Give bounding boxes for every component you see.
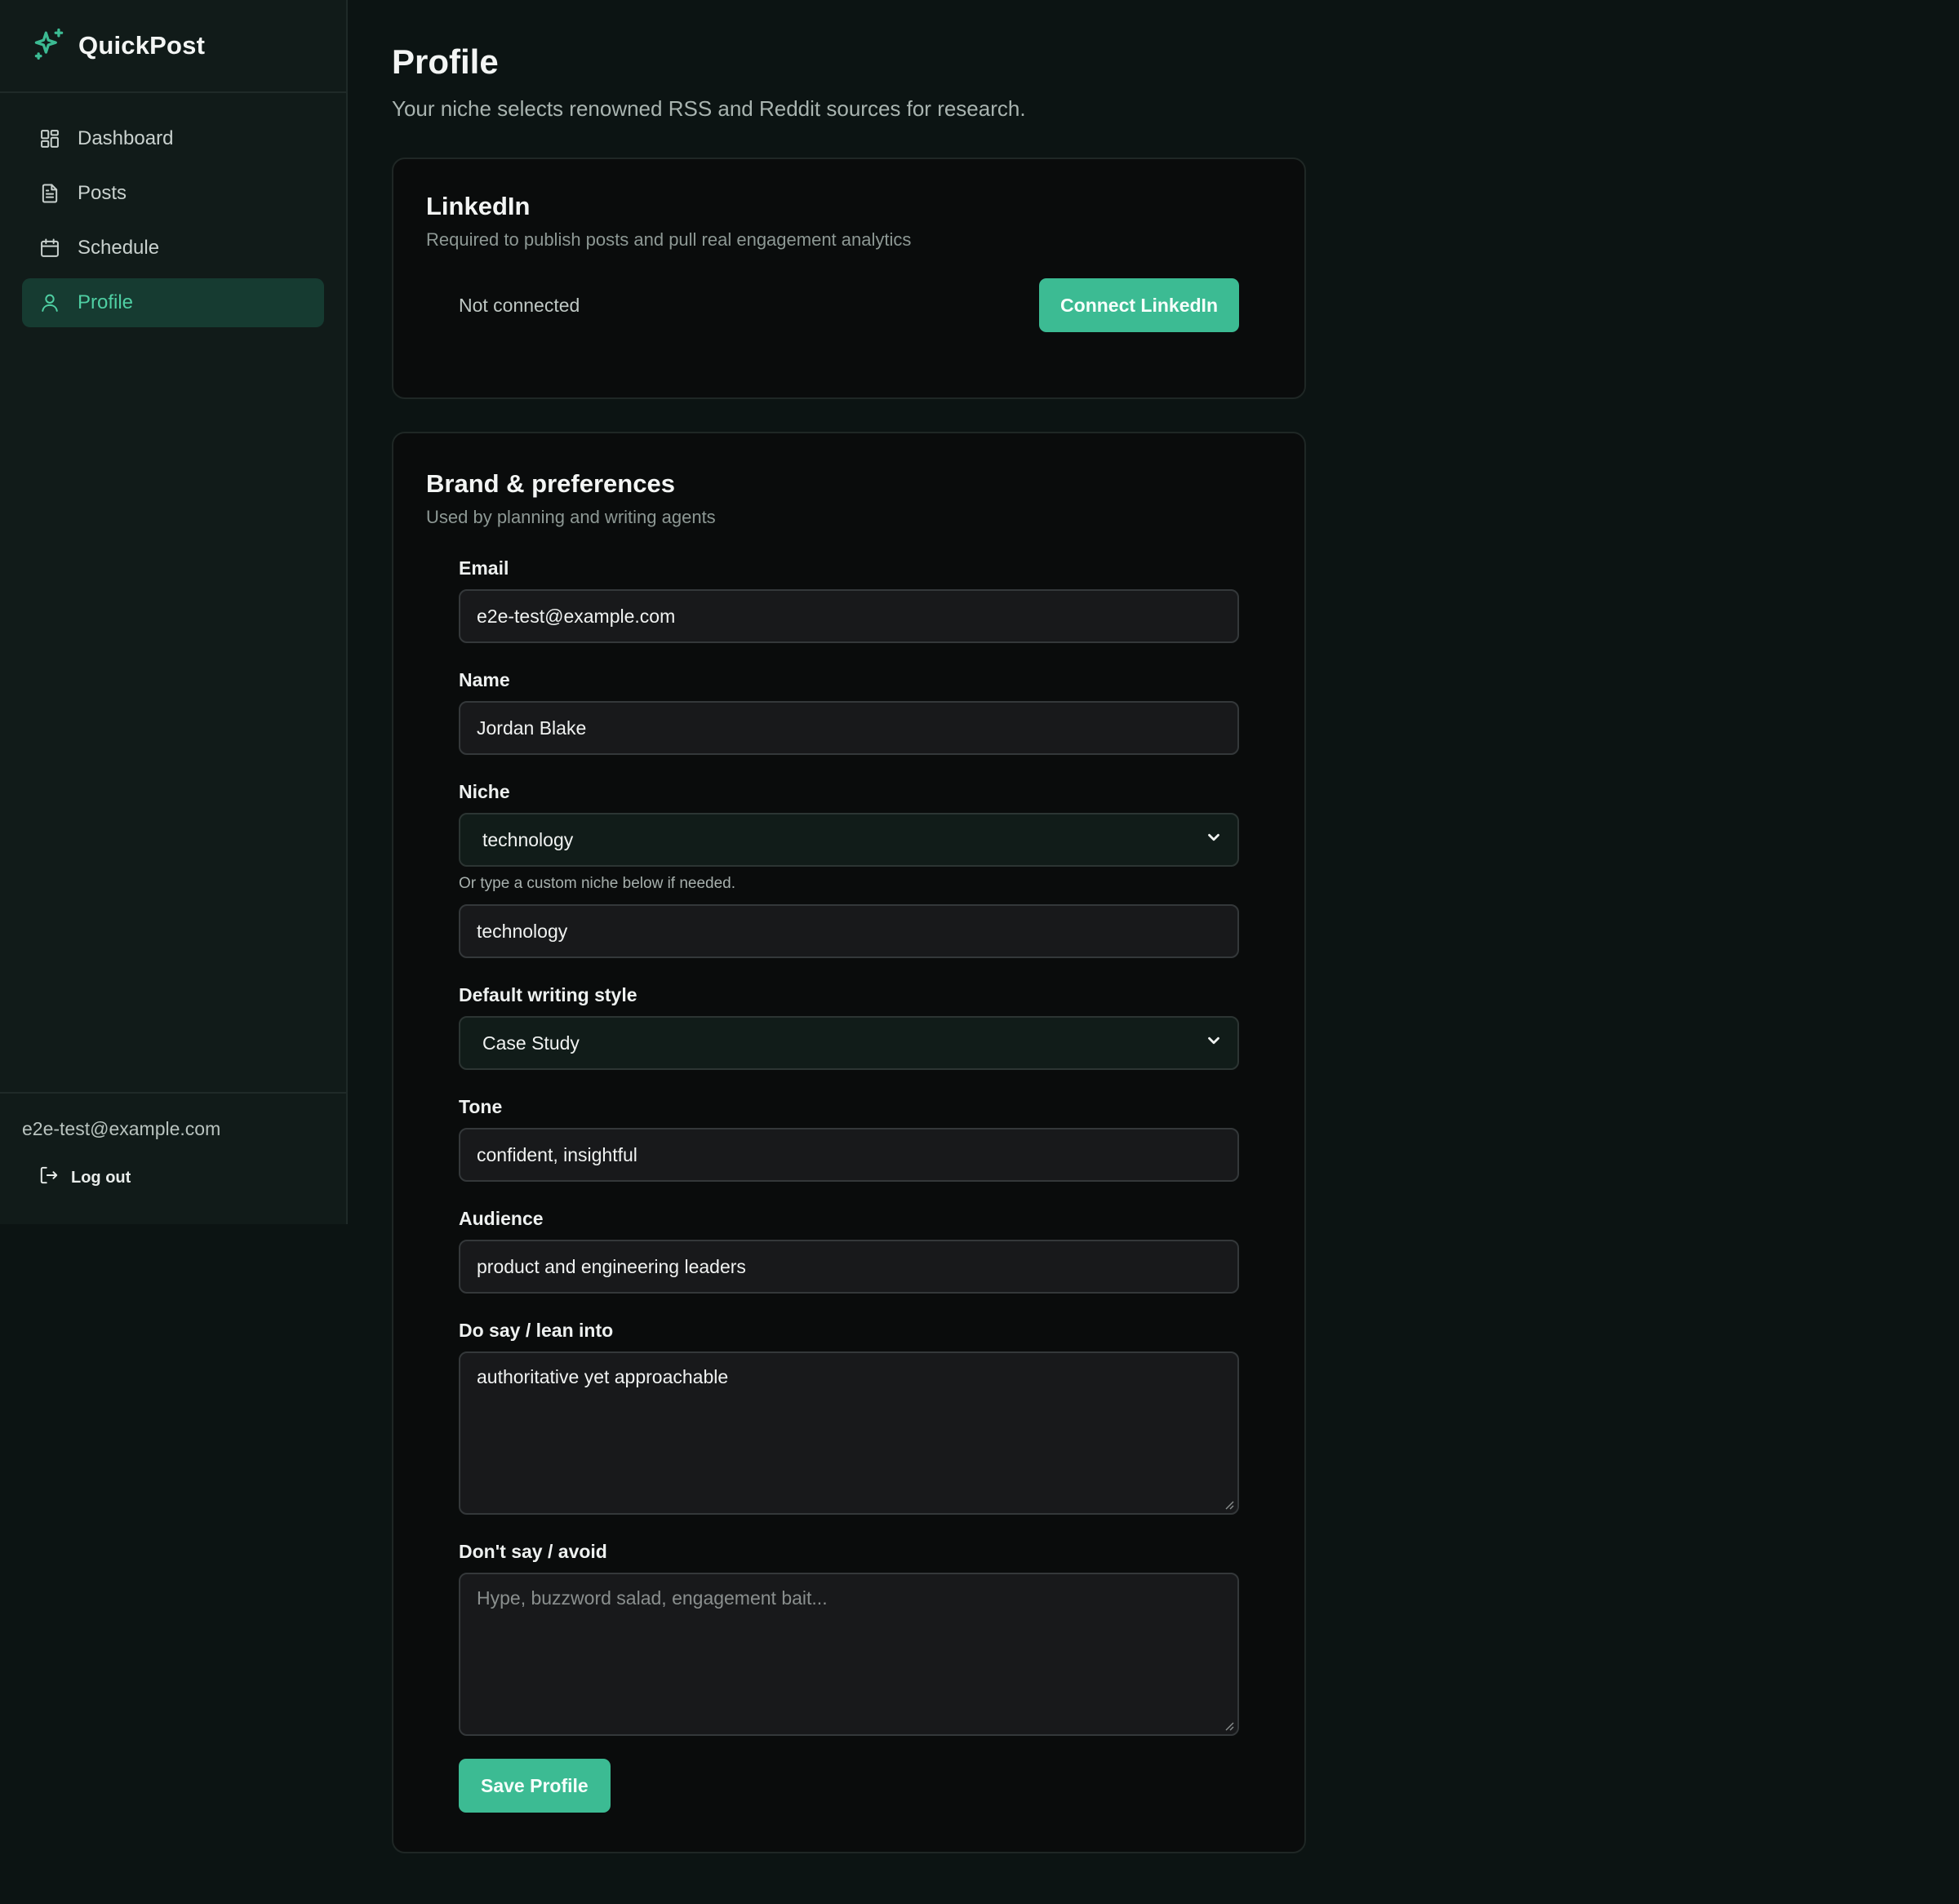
sidebar-footer: e2e-test@example.com Log out xyxy=(0,1092,346,1196)
email-field[interactable]: e2e-test@example.com xyxy=(459,589,1239,643)
tone-field-group: Tone confident, insightful xyxy=(459,1096,1239,1182)
brand-preferences-card: Brand & preferences Used by planning and… xyxy=(392,432,1306,1853)
user-icon xyxy=(38,291,61,314)
tone-label: Tone xyxy=(459,1096,503,1117)
niche-field-group: Niche technology Or type a custom niche … xyxy=(459,781,1239,958)
logout-button[interactable]: Log out xyxy=(22,1160,324,1196)
audience-field[interactable]: product and engineering leaders xyxy=(459,1240,1239,1294)
sidebar-item-label: Schedule xyxy=(78,237,160,259)
do-say-textarea[interactable]: authoritative yet approachable xyxy=(459,1351,1239,1515)
name-field-group: Name Jordan Blake xyxy=(459,669,1239,755)
niche-label: Niche xyxy=(459,781,510,802)
linkedin-status: Not connected xyxy=(459,294,580,316)
writing-style-field-group: Default writing style Case Study xyxy=(459,984,1239,1070)
calendar-icon xyxy=(38,237,61,260)
sparkles-icon xyxy=(31,26,78,66)
linkedin-status-row: Not connected Connect LinkedIn xyxy=(459,278,1239,332)
do-say-value: authoritative yet approachable xyxy=(477,1366,729,1387)
linkedin-card-title: LinkedIn xyxy=(426,192,531,220)
linkedin-card: LinkedIn Required to publish posts and p… xyxy=(392,158,1306,399)
writing-style-select[interactable]: Case Study xyxy=(459,1016,1239,1070)
sidebar: QuickPost Dashboard Posts Schedule Profi… xyxy=(0,0,348,1224)
do-say-label: Do say / lean into xyxy=(459,1320,614,1341)
dont-say-textarea[interactable]: Hype, buzzword salad, engagement bait... xyxy=(459,1573,1239,1736)
dont-say-placeholder: Hype, buzzword salad, engagement bait... xyxy=(477,1587,828,1609)
page-subtitle: Your niche selects renowned RSS and Redd… xyxy=(392,96,1026,121)
sidebar-item-schedule[interactable]: Schedule xyxy=(22,224,324,273)
user-email: e2e-test@example.com xyxy=(22,1118,221,1139)
writing-style-selected-value: Case Study xyxy=(482,1032,580,1054)
writing-style-label: Default writing style xyxy=(459,984,637,1005)
sidebar-item-posts[interactable]: Posts xyxy=(22,169,324,218)
email-field-group: Email e2e-test@example.com xyxy=(459,557,1239,643)
linkedin-card-description: Required to publish posts and pull real … xyxy=(426,229,912,250)
sidebar-nav: Dashboard Posts Schedule Profile xyxy=(0,93,346,327)
logout-icon xyxy=(38,1165,71,1191)
name-field[interactable]: Jordan Blake xyxy=(459,701,1239,755)
resize-handle-icon[interactable] xyxy=(1223,1498,1234,1510)
resize-handle-icon[interactable] xyxy=(1223,1720,1234,1731)
do-say-field-group: Do say / lean into authoritative yet app… xyxy=(459,1320,1239,1515)
sidebar-item-label: Posts xyxy=(78,182,127,204)
profile-form: Email e2e-test@example.com Name Jordan B… xyxy=(459,557,1239,1813)
sidebar-item-label: Profile xyxy=(78,291,134,313)
dont-say-field-group: Don't say / avoid Hype, buzzword salad, … xyxy=(459,1541,1239,1736)
niche-selected-value: technology xyxy=(482,828,574,850)
brand-card-title: Brand & preferences xyxy=(426,469,675,498)
name-label: Name xyxy=(459,669,510,690)
audience-field-group: Audience product and engineering leaders xyxy=(459,1208,1239,1294)
dashboard-icon xyxy=(38,127,61,150)
app-name: QuickPost xyxy=(78,31,206,60)
dont-say-label: Don't say / avoid xyxy=(459,1541,607,1562)
custom-niche-field[interactable]: technology xyxy=(459,904,1239,958)
save-profile-button[interactable]: Save Profile xyxy=(459,1759,611,1813)
sidebar-item-profile[interactable]: Profile xyxy=(22,278,324,327)
sidebar-item-label: Dashboard xyxy=(78,127,174,149)
document-icon xyxy=(38,182,61,205)
niche-select[interactable]: technology xyxy=(459,813,1239,867)
email-label: Email xyxy=(459,557,509,579)
chevron-down-icon xyxy=(1205,828,1223,851)
chevron-down-icon xyxy=(1205,1032,1223,1054)
brand[interactable]: QuickPost xyxy=(0,0,346,93)
sidebar-item-dashboard[interactable]: Dashboard xyxy=(22,114,324,163)
brand-card-description: Used by planning and writing agents xyxy=(426,507,716,527)
page-title: Profile xyxy=(392,42,499,81)
logout-label: Log out xyxy=(71,1168,131,1187)
tone-field[interactable]: confident, insightful xyxy=(459,1128,1239,1182)
connect-linkedin-button[interactable]: Connect LinkedIn xyxy=(1039,278,1239,332)
niche-hint: Or type a custom niche below if needed. xyxy=(459,875,736,892)
main-content: Profile Your niche selects renowned RSS … xyxy=(392,0,1306,1853)
audience-label: Audience xyxy=(459,1208,544,1229)
